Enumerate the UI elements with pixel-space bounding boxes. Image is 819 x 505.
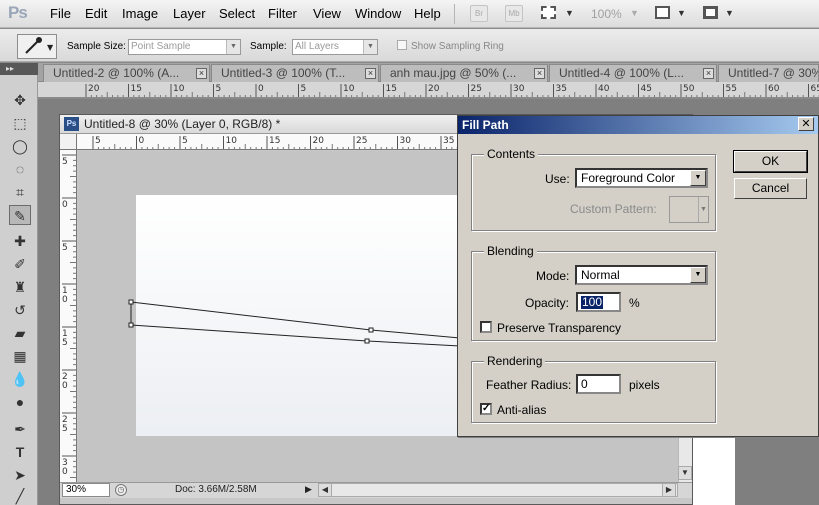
rendering-group-label: Rendering [484, 354, 546, 368]
feather-unit: pixels [629, 378, 660, 392]
anchor-point [364, 338, 370, 344]
contents-group-label: Contents [484, 147, 539, 161]
anchor-point [128, 322, 134, 328]
horizontal-scrollbar[interactable] [318, 483, 678, 497]
anti-alias-label: Anti-alias [497, 403, 547, 417]
doc-size-info: Doc: 3.66M/2.58M [175, 484, 257, 495]
preserve-transparency-label: Preserve Transparency [497, 321, 622, 335]
opacity-value: 100 [581, 295, 604, 309]
work-path [130, 301, 461, 339]
dialog-titlebar[interactable] [458, 116, 818, 134]
opacity-unit: % [629, 296, 640, 310]
custom-pattern-label: Custom Pattern: [570, 202, 657, 216]
scroll-down-icon[interactable]: ▼ [678, 466, 692, 480]
close-icon[interactable]: ✕ [798, 117, 814, 131]
mode-select[interactable]: Normal ▼ [575, 265, 708, 285]
mode-value: Normal [581, 268, 620, 282]
feather-radius-input[interactable]: 0 [576, 374, 621, 394]
use-value: Foreground Color [581, 171, 676, 185]
use-select[interactable]: Foreground Color ▼ [575, 168, 708, 188]
anchor-point [128, 299, 134, 305]
anti-alias-checkbox[interactable]: ✓ [480, 403, 492, 415]
dialog-title: Fill Path [462, 118, 509, 132]
scroll-left-icon[interactable]: ◀ [318, 483, 332, 497]
feather-radius-label: Feather Radius: [486, 378, 572, 392]
anchor-point [368, 327, 374, 333]
cancel-button[interactable]: Cancel [734, 178, 807, 199]
status-menu-arrow-icon[interactable]: ▶ [305, 484, 315, 496]
chevron-down-icon: ▼ [690, 267, 706, 283]
blending-group-label: Blending [484, 244, 537, 258]
status-info-icon[interactable]: ◷ [115, 484, 127, 496]
use-label: Use: [545, 172, 570, 186]
scroll-right-icon[interactable]: ▶ [662, 483, 676, 497]
mode-label: Mode: [536, 269, 570, 283]
chevron-down-icon: ▼ [698, 197, 708, 222]
opacity-label: Opacity: [525, 296, 570, 310]
work-path [130, 324, 461, 347]
chevron-down-icon: ▼ [690, 170, 706, 186]
preserve-transparency-checkbox[interactable] [480, 321, 492, 333]
zoom-field[interactable]: 30% [62, 483, 110, 497]
ok-button[interactable]: OK [733, 150, 808, 173]
custom-pattern-picker[interactable]: ▼ [669, 196, 709, 223]
